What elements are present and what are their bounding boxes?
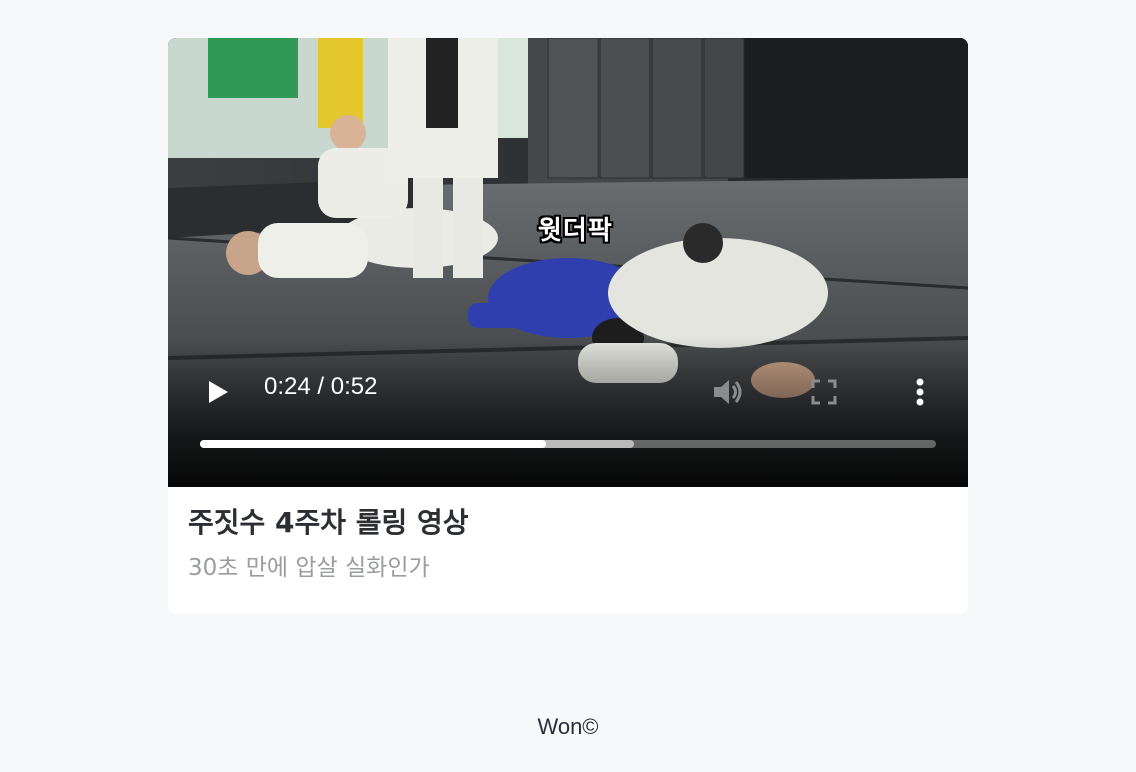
video-card: 웟더팍 0:24 / 0:52 주짓수 4주차 롤링 영상 30초 만에 압살 …: [168, 38, 968, 614]
time-display: 0:24 / 0:52: [264, 373, 378, 400]
fullscreen-icon: [811, 379, 837, 405]
post-title: 주짓수 4주차 롤링 영상: [188, 506, 469, 539]
controls-overlay: [168, 337, 968, 487]
fullscreen-button[interactable]: [808, 376, 840, 408]
progress-played: [200, 440, 546, 448]
video-player[interactable]: 웟더팍 0:24 / 0:52: [168, 38, 968, 487]
post-subtitle: 30초 만에 압살 실화인가: [188, 555, 430, 581]
play-button[interactable]: [202, 377, 232, 407]
progress-bar[interactable]: [200, 440, 936, 448]
play-icon: [209, 381, 228, 403]
more-vertical-icon: [916, 378, 924, 406]
post-info: 주짓수 4주차 롤링 영상 30초 만에 압살 실화인가: [168, 487, 968, 583]
more-options-button[interactable]: [908, 374, 932, 410]
footer-credit: Won©: [537, 714, 599, 739]
video-caption: 웟더팍: [538, 216, 613, 246]
volume-icon: [714, 380, 742, 404]
volume-button[interactable]: [710, 374, 746, 410]
